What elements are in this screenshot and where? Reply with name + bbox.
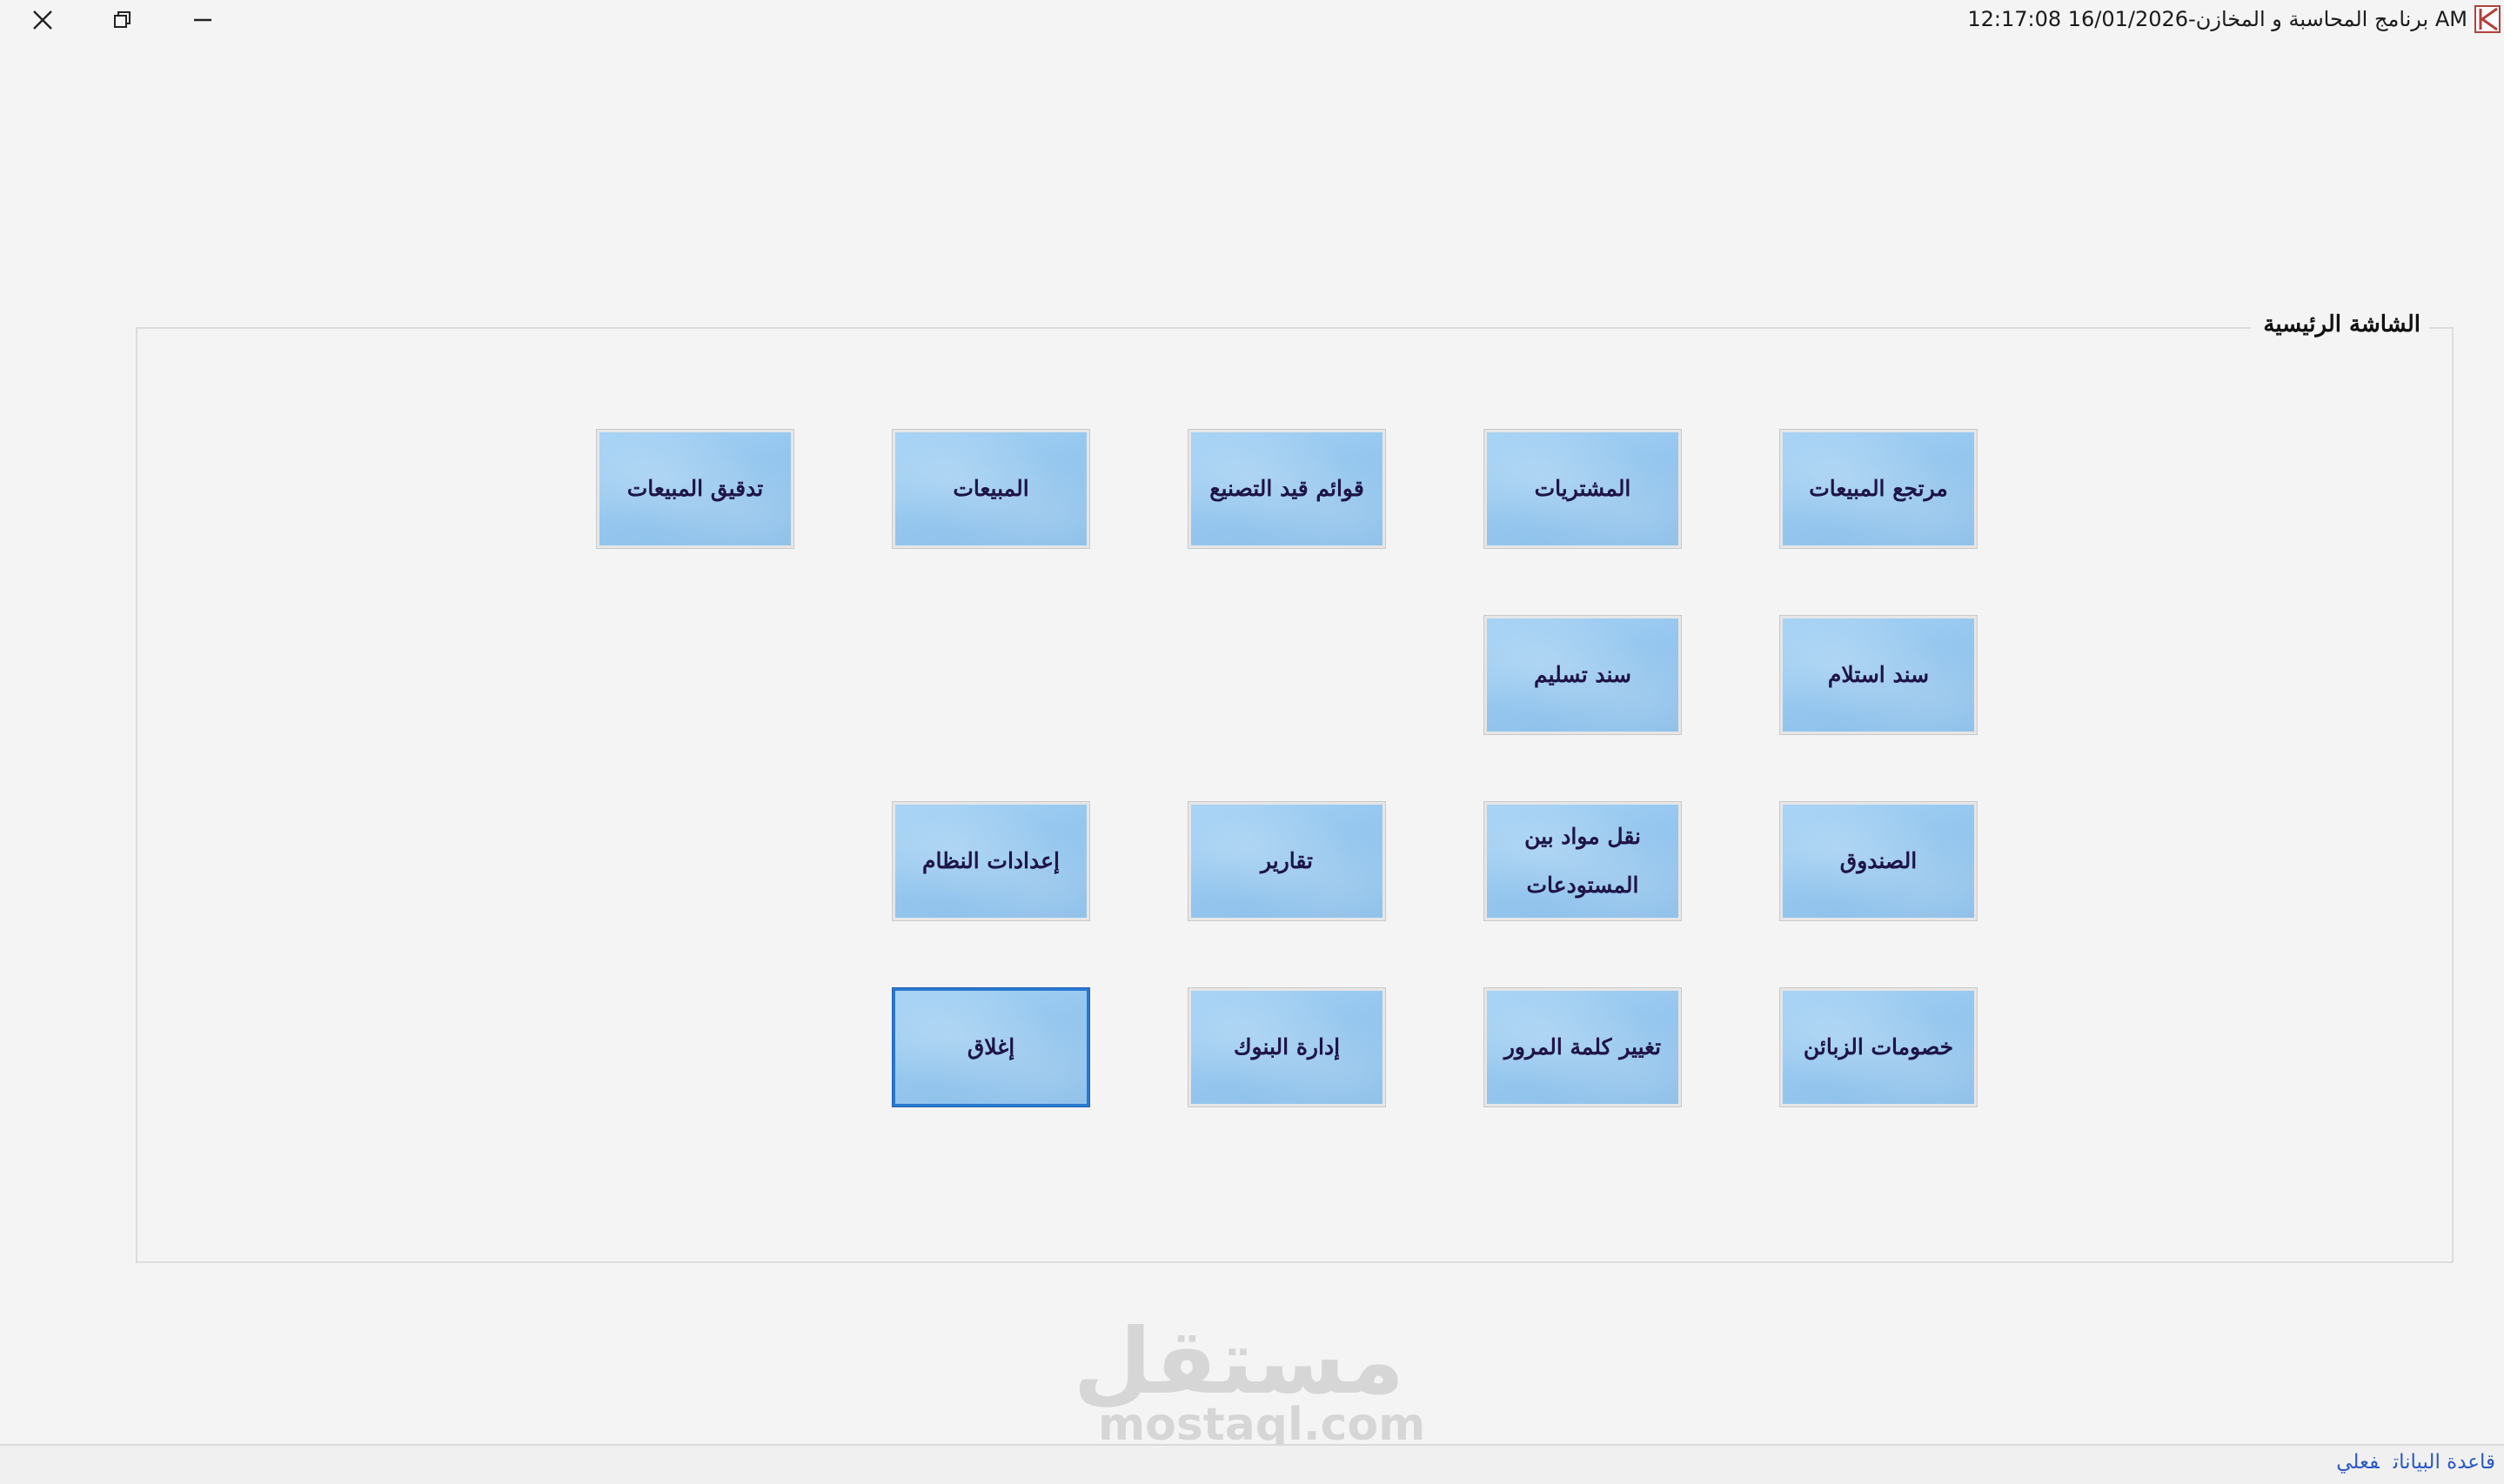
- close-icon: [33, 10, 52, 30]
- close-window-button[interactable]: [3, 0, 82, 40]
- sales-returns-label: مرتجع المبيعات: [1809, 476, 1948, 501]
- manufacturing-lists-label: قوائم قيد التصنيع: [1209, 476, 1364, 501]
- status-bar: قاعدة البيانات فعلي: [0, 1444, 2504, 1484]
- app-logo-icon: [2474, 5, 2501, 33]
- database-label: قاعدة البيانات: [2393, 1451, 2495, 1474]
- reports-button[interactable]: تقارير: [1188, 801, 1386, 921]
- sales-audit-label: تدقيق المبيعات: [626, 476, 764, 501]
- cash-box-button[interactable]: الصندوق: [1779, 801, 1978, 921]
- sales-audit-button[interactable]: تدقيق المبيعات: [596, 429, 794, 549]
- restore-icon: [114, 11, 131, 28]
- receipt-voucher-button[interactable]: سند استلام: [1779, 615, 1978, 735]
- transfer-materials-button[interactable]: نقل مواد بين المستودعات: [1483, 801, 1682, 921]
- minimize-window-button[interactable]: [164, 0, 242, 40]
- delivery-voucher-button[interactable]: سند تسليم: [1483, 615, 1682, 735]
- system-settings-label: إعدادات النظام: [922, 848, 1060, 873]
- bank-management-label: إدارة البنوك: [1233, 1034, 1341, 1060]
- database-status: قاعدة البيانات فعلي: [2322, 1451, 2495, 1474]
- mostaql-watermark: مستقل mostaql.com: [1073, 1308, 1426, 1453]
- watermark-arabic: مستقل: [1073, 1308, 1404, 1414]
- customer-discounts-label: خصومات الزبائن: [1803, 1034, 1954, 1060]
- manufacturing-lists-button[interactable]: قوائم قيد التصنيع: [1188, 429, 1386, 549]
- close-app-label: إغلاق: [967, 1034, 1015, 1060]
- sales-button[interactable]: المبيعات: [892, 429, 1090, 549]
- window-title: برنامج المحاسبة و المخازن-16/01/2026 12:…: [1967, 7, 2467, 31]
- receipt-voucher-label: سند استلام: [1827, 662, 1930, 687]
- bank-management-button[interactable]: إدارة البنوك: [1188, 987, 1386, 1107]
- close-app-button[interactable]: إغلاق: [892, 987, 1090, 1107]
- database-value: فعلي: [2336, 1451, 2380, 1474]
- transfer-materials-label: نقل مواد بين المستودعات: [1524, 824, 1641, 898]
- restore-window-button[interactable]: [84, 0, 162, 40]
- change-password-label: تغيير كلمة المرور: [1503, 1034, 1662, 1060]
- title-bar: برنامج المحاسبة و المخازن-16/01/2026 12:…: [0, 0, 2504, 43]
- minimize-icon: [194, 18, 211, 22]
- purchases-label: المشتريات: [1534, 476, 1631, 501]
- main-screen-title: الشاشة الرئيسية: [2251, 311, 2429, 338]
- reports-label: تقارير: [1260, 848, 1314, 873]
- sales-label: المبيعات: [953, 476, 1029, 501]
- sales-returns-button[interactable]: مرتجع المبيعات: [1779, 429, 1978, 549]
- watermark-latin: mostaql.com: [1098, 1399, 1426, 1451]
- delivery-voucher-label: سند تسليم: [1533, 662, 1632, 687]
- system-settings-button[interactable]: إعدادات النظام: [892, 801, 1090, 921]
- app-window: برنامج المحاسبة و المخازن-16/01/2026 12:…: [0, 0, 2504, 1484]
- cash-box-label: الصندوق: [1839, 848, 1918, 873]
- customer-discounts-button[interactable]: خصومات الزبائن: [1779, 987, 1978, 1107]
- purchases-button[interactable]: المشتريات: [1483, 429, 1682, 549]
- change-password-button[interactable]: تغيير كلمة المرور: [1483, 987, 1682, 1107]
